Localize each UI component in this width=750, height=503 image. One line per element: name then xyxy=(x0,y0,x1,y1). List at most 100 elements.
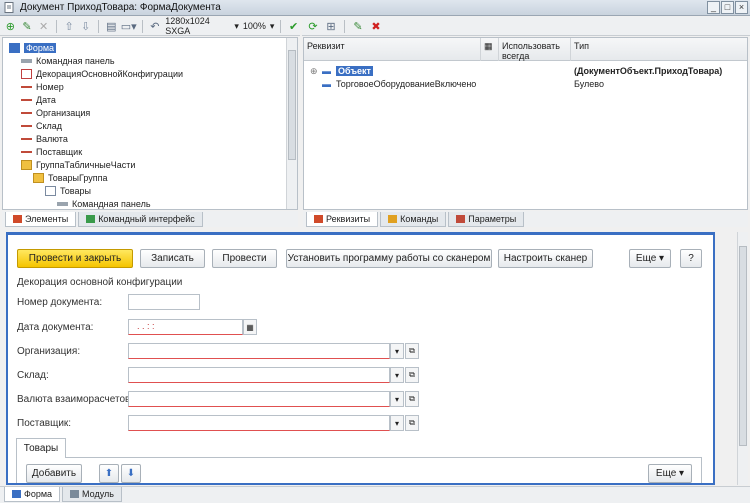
setup-scanner-button[interactable]: Настроить сканер xyxy=(498,249,593,268)
tab-form[interactable]: Форма xyxy=(4,487,61,502)
column-always[interactable]: Использовать всегда xyxy=(499,38,571,61)
undo-icon[interactable]: ↶ xyxy=(149,19,162,33)
goods-more-button[interactable]: Еще ▾ xyxy=(648,464,692,483)
right-panel-tabs: Реквизиты Команды Параметры xyxy=(303,211,748,227)
tree-item[interactable]: Поставщик xyxy=(21,145,82,158)
designer-tabs: Форма Модуль xyxy=(0,486,750,503)
move-down-icon[interactable]: ⇩ xyxy=(79,19,92,33)
supplier-label: Поставщик: xyxy=(17,418,72,429)
dropdown-icon[interactable]: ▾ xyxy=(390,367,404,383)
dropdown-icon[interactable]: ▾ xyxy=(390,391,404,407)
tree-item[interactable]: Командная панель xyxy=(21,54,115,67)
tree-scrollbar[interactable] xyxy=(286,38,297,209)
delete-icon[interactable]: ✖ xyxy=(369,19,383,33)
requisite-type: (ДокументОбъект.ПриходТовара) xyxy=(574,66,723,76)
dropdown-arrow-icon[interactable]: ▾ xyxy=(270,21,275,32)
help-button[interactable]: ? xyxy=(680,249,702,268)
calendar-icon[interactable]: ▦ xyxy=(243,319,257,335)
dropdown-icon[interactable]: ▾ xyxy=(390,343,404,359)
separator xyxy=(280,19,282,33)
form-scroll-thumb[interactable] xyxy=(739,246,747,446)
separator xyxy=(344,19,345,33)
delete-icon[interactable]: ✕ xyxy=(37,19,50,33)
currency-field[interactable] xyxy=(128,391,390,407)
number-label: Номер документа: xyxy=(17,297,103,308)
warehouse-field[interactable] xyxy=(128,367,390,383)
column-requisite[interactable]: Реквизит xyxy=(304,38,481,61)
tree-item[interactable]: ТоварыГруппа xyxy=(33,171,107,184)
install-scanner-button[interactable]: Установить программу работы со сканером xyxy=(286,249,492,268)
tree-item-label: Командная панель xyxy=(72,198,151,209)
tree-item[interactable]: Товары xyxy=(45,184,91,197)
close-window-button[interactable]: × xyxy=(735,1,748,14)
supplier-field[interactable] xyxy=(128,415,390,431)
tab-parameters[interactable]: Параметры xyxy=(448,212,525,227)
table-row[interactable]: ▬ ТорговоеОборудованиеВключено Булево xyxy=(304,78,747,91)
tree-item[interactable]: Организация xyxy=(21,106,90,119)
tab-commands[interactable]: Команды xyxy=(380,212,447,227)
open-icon[interactable]: ⧉ xyxy=(405,415,419,431)
move-down-icon[interactable]: ⬇ xyxy=(121,464,141,483)
dropdown-arrow-icon[interactable]: ▾ xyxy=(234,21,239,32)
field-icon xyxy=(21,150,32,153)
view-icon[interactable]: ▭▾ xyxy=(121,19,137,33)
tree-item[interactable]: Склад xyxy=(21,119,62,132)
date-field[interactable]: . . : : xyxy=(128,319,243,335)
tree-item-label: ДекорацияОсновнойКонфигурации xyxy=(36,68,184,79)
layout-icon[interactable]: ▤ xyxy=(105,19,118,33)
tree-item[interactable]: Дата xyxy=(21,93,56,106)
tab-goods[interactable]: Товары xyxy=(16,438,66,458)
tree-item[interactable]: Форма xyxy=(9,41,57,54)
edit-icon[interactable]: ✎ xyxy=(351,19,365,33)
tab-elements[interactable]: Элементы xyxy=(5,212,77,227)
check-icon[interactable]: ✔ xyxy=(287,19,300,33)
org-field[interactable] xyxy=(128,343,390,359)
tree-item[interactable]: ДекорацияОсновнойКонфигурации xyxy=(21,67,183,80)
move-up-icon[interactable]: ⬆ xyxy=(99,464,119,483)
add-button[interactable]: Добавить xyxy=(26,464,82,483)
post-button[interactable]: Провести xyxy=(212,249,277,268)
zoom-select[interactable]: 100% xyxy=(243,21,266,31)
tree-scroll-thumb[interactable] xyxy=(288,50,296,160)
date-label: Дата документа: xyxy=(17,322,94,333)
table-row[interactable]: ⊕ ▬ Объект (ДокументОбъект.ПриходТовара) xyxy=(304,65,747,78)
tab-command-interface[interactable]: Командный интерфейс xyxy=(78,212,203,227)
resolution-select[interactable]: 1280x1024 SXGA xyxy=(165,16,230,36)
tree-item-label: ГруппаТабличныеЧасти xyxy=(36,159,136,170)
add-requisite-icon[interactable]: ⊞ xyxy=(324,19,338,33)
module-icon xyxy=(70,490,80,498)
more-button[interactable]: Еще ▾ xyxy=(629,249,671,268)
separator xyxy=(55,19,57,33)
post-and-close-button[interactable]: Провести и закрыть xyxy=(17,249,133,268)
tree-item[interactable]: Командная панель xyxy=(57,197,151,209)
open-icon[interactable]: ⧉ xyxy=(405,367,419,383)
tree-item[interactable]: Номер xyxy=(21,80,64,93)
tab-module[interactable]: Модуль xyxy=(62,487,122,502)
requisite-name: ТорговоеОборудованиеВключено xyxy=(336,79,477,89)
tab-requisites[interactable]: Реквизиты xyxy=(306,212,379,227)
refresh-icon[interactable]: ⟳ xyxy=(306,19,320,33)
tree-item-label: Поставщик xyxy=(36,146,83,157)
tree-item-label: Форма xyxy=(24,42,57,53)
tree-item-label: Командная панель xyxy=(36,55,115,66)
expand-icon[interactable]: ⊕ xyxy=(310,66,318,77)
edit-icon[interactable]: ✎ xyxy=(21,19,34,33)
move-up-icon[interactable]: ⇧ xyxy=(63,19,76,33)
elements-toolbar: ⊕ ✎ ✕ ⇧ ⇩ ▤ ▭▾ ↶ 1280x1024 SXGA ▾ 100% ▾… xyxy=(0,16,300,36)
parameters-icon xyxy=(456,215,466,223)
column-type[interactable]: Тип xyxy=(571,38,747,61)
dropdown-icon[interactable]: ▾ xyxy=(390,415,404,431)
open-icon[interactable]: ⧉ xyxy=(405,391,419,407)
tree-item[interactable]: Валюта xyxy=(21,132,68,145)
add-icon[interactable]: ⊕ xyxy=(4,19,17,33)
number-field[interactable] xyxy=(128,294,200,310)
save-button[interactable]: Записать xyxy=(140,249,205,268)
folder-icon xyxy=(21,159,32,170)
open-icon[interactable]: ⧉ xyxy=(405,343,419,359)
tree-item[interactable]: ГруппаТабличныеЧасти xyxy=(21,158,135,171)
minimize-button[interactable]: _ xyxy=(707,1,720,14)
form-scrollbar[interactable] xyxy=(737,232,748,485)
maximize-button[interactable]: □ xyxy=(721,1,734,14)
folder-icon xyxy=(33,172,44,183)
command-panel-icon xyxy=(21,58,32,63)
